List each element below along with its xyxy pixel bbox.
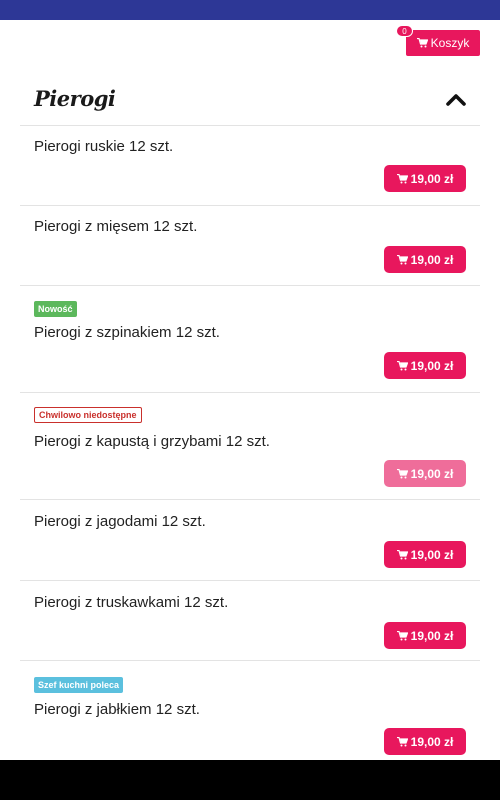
cart-icon xyxy=(396,736,408,746)
cart-icon xyxy=(396,468,408,478)
cart-icon xyxy=(396,173,408,183)
price-label: 19,00 zł xyxy=(410,547,454,562)
add-to-cart-button[interactable]: 19,00 zł xyxy=(384,246,466,273)
product-name: Pierogi z mięsem 12 szt. xyxy=(34,218,198,235)
add-to-cart-button-disabled: 19,00 zł xyxy=(384,460,466,487)
badge-unavailable: Chwilowo niedostępne xyxy=(34,407,142,423)
cart-icon xyxy=(396,630,408,640)
add-to-cart-button[interactable]: 19,00 zł xyxy=(384,541,466,568)
cart-icon xyxy=(396,254,408,264)
chevron-up-icon[interactable] xyxy=(446,92,466,106)
product-name: Pierogi z jagodami 12 szt. xyxy=(34,513,206,530)
add-to-cart-button[interactable]: 19,00 zł xyxy=(384,728,466,755)
price-label: 19,00 zł xyxy=(410,358,454,373)
section-header-pierogi[interactable]: Pierogi xyxy=(20,76,480,126)
cart-count-badge: 0 xyxy=(396,25,413,37)
product-item: Pierogi z mięsem 12 szt. 19,00 zł xyxy=(20,206,480,286)
price-label: 19,00 zł xyxy=(410,252,454,267)
badge-chef-recommends: Szef kuchni poleca xyxy=(34,677,124,693)
price-label: 19,00 zł xyxy=(410,466,454,481)
section-title: Pierogi xyxy=(34,86,116,111)
add-to-cart-button[interactable]: 19,00 zł xyxy=(384,352,466,379)
product-item: Nowość Pierogi z szpinakiem 12 szt. 19,0… xyxy=(20,286,480,393)
product-name: Pierogi z kapustą i grzybami 12 szt. xyxy=(34,433,270,450)
product-item: Pierogi ruskie 12 szt. 19,00 zł xyxy=(20,126,480,206)
cart-icon xyxy=(416,38,428,48)
product-item: Pierogi z truskawkami 12 szt. 19,00 zł xyxy=(20,581,480,661)
product-name: Pierogi z szpinakiem 12 szt. xyxy=(34,324,220,341)
product-name: Pierogi z jabłkiem 12 szt. xyxy=(34,701,200,718)
price-label: 19,00 zł xyxy=(410,628,454,643)
product-item: Chwilowo niedostępne Pierogi z kapustą i… xyxy=(20,393,480,500)
navigation-bar xyxy=(0,760,500,800)
cart-label: Koszyk xyxy=(430,36,470,50)
cart-button[interactable]: Koszyk xyxy=(406,30,480,56)
badge-new: Nowość xyxy=(34,301,77,317)
cart-icon xyxy=(396,549,408,559)
cart-icon xyxy=(396,360,408,370)
add-to-cart-button[interactable]: 19,00 zł xyxy=(384,165,466,192)
status-bar xyxy=(0,0,500,20)
product-name: Pierogi z truskawkami 12 szt. xyxy=(34,594,229,611)
product-item: Pierogi z jagodami 12 szt. 19,00 zł xyxy=(20,500,480,581)
add-to-cart-button[interactable]: 19,00 zł xyxy=(384,622,466,649)
price-label: 19,00 zł xyxy=(410,171,454,186)
product-item: Szef kuchni poleca Pierogi z jabłkiem 12… xyxy=(20,661,480,760)
product-name: Pierogi ruskie 12 szt. xyxy=(34,138,174,155)
price-label: 19,00 zł xyxy=(410,734,454,749)
